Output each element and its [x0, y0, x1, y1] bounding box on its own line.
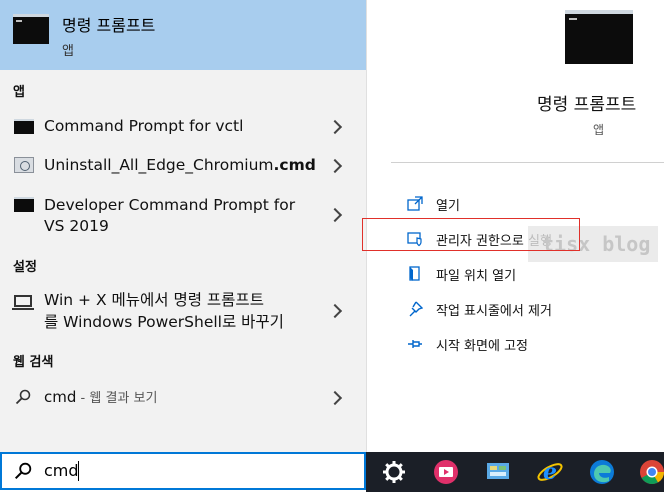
action-label: 열기	[436, 199, 460, 214]
action-unpin-taskbar[interactable]: 작업 표시줄에서 제거	[367, 295, 664, 325]
command-prompt-icon	[14, 119, 34, 134]
search-box[interactable]: cmd	[0, 452, 366, 490]
action-label: 시작 화면에 고정	[436, 339, 528, 354]
detail-subtitle: 앱	[593, 123, 605, 137]
command-prompt-icon	[13, 14, 49, 44]
edge-icon[interactable]	[588, 458, 616, 486]
settings-gear-icon[interactable]	[380, 458, 408, 486]
setting-item-line2: 를 Windows PowerShell로 바꾸기	[44, 313, 284, 331]
highlight-box	[362, 218, 580, 251]
app-item-label-line2: VS 2019	[44, 217, 109, 235]
app-item-command-prompt-vctl[interactable]: Command Prompt for vctl	[0, 114, 366, 140]
search-icon	[14, 462, 32, 480]
action-pin-start[interactable]: 시작 화면에 고정	[367, 330, 664, 360]
pin-start-icon	[408, 340, 422, 348]
chevron-right-icon[interactable]	[327, 119, 343, 135]
control-panel-icon[interactable]	[484, 458, 512, 486]
chrome-icon[interactable]	[638, 458, 664, 486]
best-match-title: 명령 프롬프트	[62, 16, 156, 35]
app-item-label: Uninstall_All_Edge_Chromium.cmd	[44, 156, 316, 174]
app-item-developer-command-prompt[interactable]: Developer Command Prompt for VS 2019	[0, 193, 366, 239]
internet-explorer-icon[interactable]: e	[536, 458, 564, 486]
media-app-icon[interactable]	[432, 458, 460, 486]
chevron-right-icon[interactable]	[327, 303, 343, 319]
app-item-label-line1: Developer Command Prompt for	[44, 196, 296, 214]
chevron-right-icon[interactable]	[327, 207, 343, 223]
chevron-right-icon[interactable]	[327, 390, 343, 406]
app-item-uninstall-edge[interactable]: Uninstall_All_Edge_Chromium.cmd	[0, 153, 366, 179]
search-input[interactable]: cmd	[44, 461, 79, 480]
svg-text:e: e	[543, 459, 557, 485]
search-results-pane: 명령 프롬프트 앱 앱 Command Prompt for vctl Unin…	[0, 0, 366, 452]
action-open[interactable]: 열기	[367, 190, 664, 220]
search-icon	[15, 389, 31, 405]
app-item-label: Command Prompt for vctl	[44, 117, 244, 135]
web-search-item[interactable]: cmd - 웹 결과 보기	[0, 385, 366, 411]
detail-title: 명령 프롬프트	[537, 95, 637, 115]
setting-item-line1: Win + X 메뉴에서 명령 프롬프트	[44, 291, 264, 309]
open-icon	[407, 196, 423, 211]
action-label: 파일 위치 열기	[436, 269, 517, 284]
script-file-icon	[14, 157, 34, 173]
command-prompt-icon	[14, 197, 34, 212]
section-web-search: 웹 검색	[13, 355, 54, 370]
action-open-file-location[interactable]: 파일 위치 열기	[367, 260, 664, 290]
best-match-subtitle: 앱	[62, 44, 74, 59]
section-settings: 설정	[13, 260, 37, 275]
unpin-taskbar-icon	[409, 301, 423, 317]
best-match-item[interactable]: 명령 프롬프트 앱	[0, 0, 366, 70]
action-label: 작업 표시줄에서 제거	[436, 304, 552, 319]
web-search-label: cmd - 웹 결과 보기	[44, 388, 158, 406]
file-location-icon	[409, 266, 420, 281]
setting-item-win-x-menu[interactable]: Win + X 메뉴에서 명령 프롬프트 를 Windows PowerShel…	[0, 289, 366, 335]
section-apps: 앱	[13, 85, 25, 100]
divider	[391, 162, 664, 163]
command-prompt-icon	[565, 10, 633, 64]
settings-monitor-icon	[12, 295, 34, 310]
chevron-right-icon[interactable]	[327, 158, 343, 174]
text-caret	[78, 461, 79, 481]
taskbar: e	[366, 452, 664, 492]
